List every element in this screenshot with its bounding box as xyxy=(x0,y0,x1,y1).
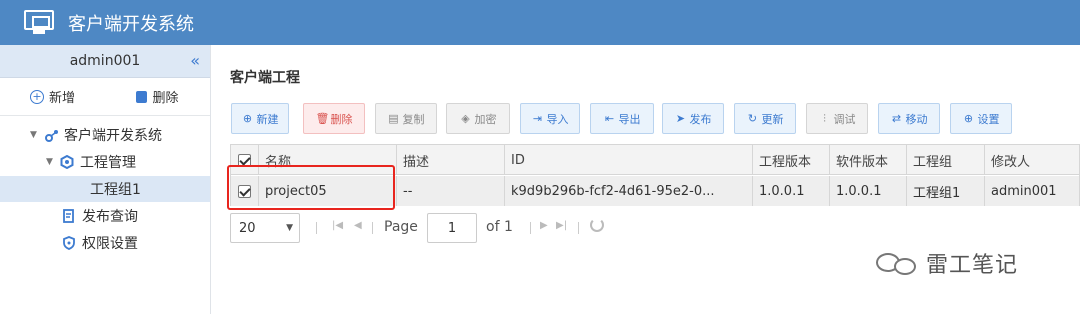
add-button-label: 新增 xyxy=(48,91,75,106)
pagination-bar: 20 ▼ |◀ ◀ Page 1 of 1 ▶ ▶| xyxy=(230,213,730,243)
column-header-project-group[interactable]: 工程组 xyxy=(907,145,985,175)
publish-button-label: 发布 xyxy=(689,112,712,126)
export-button[interactable]: ⇤ 导出 xyxy=(590,103,654,134)
settings-icon: ⊕ xyxy=(963,111,974,125)
expand-arrow-icon[interactable]: ▼ xyxy=(46,157,60,167)
divider xyxy=(372,222,373,234)
sidebar-user-bar: admin001 « xyxy=(0,45,210,78)
tree-node-label: 客户端开发系统 xyxy=(64,128,162,144)
cell-project-group: 工程组1 xyxy=(907,176,985,206)
column-header-project-version[interactable]: 工程版本 xyxy=(753,145,830,175)
publish-button[interactable]: ➤ 发布 xyxy=(662,103,724,134)
tree-node-label: 权限设置 xyxy=(82,236,138,252)
watermark: 雷工笔记 xyxy=(870,247,1018,279)
divider xyxy=(578,222,579,234)
new-button[interactable]: ⊕ 新建 xyxy=(231,103,289,134)
update-button[interactable]: ↻ 更新 xyxy=(734,103,796,134)
column-header-software-version[interactable]: 软件版本 xyxy=(830,145,907,175)
update-button-label: 更新 xyxy=(761,112,784,126)
settings-button-label: 设置 xyxy=(977,112,1000,126)
gear-hex-icon xyxy=(60,154,74,170)
username: admin001 xyxy=(69,53,141,69)
delete-button-label: 删除 xyxy=(152,91,179,106)
delete-project-button[interactable]: 🗑 删除 xyxy=(303,103,365,134)
cell-project-version: 1.0.0.1 xyxy=(753,176,830,206)
refresh-icon[interactable] xyxy=(590,218,604,232)
settings-button[interactable]: ⊕ 设置 xyxy=(950,103,1012,134)
move-button-label: 移动 xyxy=(905,112,928,126)
collapse-sidebar-icon[interactable]: « xyxy=(190,51,200,70)
page-title: 客户端工程 xyxy=(230,70,300,86)
page-count-label: of 1 xyxy=(486,219,513,235)
selection-highlight-box xyxy=(227,165,395,210)
monitor-icon xyxy=(24,9,54,36)
copy-button-label: 复制 xyxy=(402,112,425,126)
tree-node-system[interactable]: ▼ 客户端开发系统 xyxy=(30,122,162,148)
cell-description: -- xyxy=(397,176,505,206)
copy-icon: ▤ xyxy=(388,111,399,125)
sliders-icon: ⫶ xyxy=(823,111,826,125)
tree-node-publish-query[interactable]: 发布查询 xyxy=(62,203,138,229)
trash-icon xyxy=(136,90,148,103)
last-page-icon[interactable]: ▶| xyxy=(556,220,567,231)
move-button[interactable]: ⇄ 移动 xyxy=(878,103,940,134)
page-label: Page xyxy=(384,219,418,235)
cell-software-version: 1.0.0.1 xyxy=(830,176,907,206)
shield-icon: ◈ xyxy=(461,111,470,125)
page-size-value: 20 xyxy=(239,220,256,236)
cell-id: k9d9b296b-fcf2-4d61-95e2-0... xyxy=(505,176,753,206)
shield-icon xyxy=(62,236,76,250)
copy-button[interactable]: ▤ 复制 xyxy=(375,103,437,134)
wechat-icon xyxy=(870,247,926,279)
add-circle-icon: + xyxy=(29,89,44,104)
swap-arrows-icon: ⇄ xyxy=(891,111,902,125)
page-size-select[interactable]: 20 ▼ xyxy=(230,213,300,243)
encrypt-button[interactable]: ◈ 加密 xyxy=(446,103,510,134)
app-header: 客户端开发系统 xyxy=(0,0,1080,45)
next-page-icon[interactable]: ▶ xyxy=(540,220,548,231)
debug-button-label: 调试 xyxy=(833,112,856,126)
page-number-value: 1 xyxy=(447,220,457,236)
import-button[interactable]: ⇥ 导入 xyxy=(520,103,580,134)
tree-node-project-group-1[interactable]: 工程组1 xyxy=(0,176,210,202)
watermark-text: 雷工笔记 xyxy=(926,253,1019,278)
export-button-label: 导出 xyxy=(618,112,641,126)
refresh-icon: ↻ xyxy=(747,111,758,125)
chevron-down-icon: ▼ xyxy=(286,223,293,233)
tree-node-project-mgmt[interactable]: ▼ 工程管理 xyxy=(46,149,136,175)
delete-project-label: 删除 xyxy=(330,112,353,126)
column-header-id[interactable]: ID xyxy=(505,145,753,175)
prev-page-icon[interactable]: ◀ xyxy=(354,220,362,231)
new-button-label: 新建 xyxy=(256,112,279,126)
send-icon: ➤ xyxy=(675,111,686,125)
sidebar-actions: + 新增 删除 xyxy=(0,78,210,116)
cell-modifier: admin001 xyxy=(991,183,1057,199)
tree-node-label: 工程组1 xyxy=(90,182,141,198)
tree-node-label: 发布查询 xyxy=(82,209,138,225)
delete-button[interactable]: 删除 xyxy=(105,87,210,106)
import-button-label: 导入 xyxy=(546,112,569,126)
add-circle-icon: ⊕ xyxy=(242,111,253,125)
divider xyxy=(530,222,531,234)
import-icon: ⇥ xyxy=(532,111,543,125)
tree-node-permissions[interactable]: 权限设置 xyxy=(62,230,138,256)
expand-arrow-icon[interactable]: ▼ xyxy=(30,130,44,140)
page-number-input[interactable]: 1 xyxy=(427,213,477,243)
add-button[interactable]: + 新增 xyxy=(0,87,105,106)
trash-icon: 🗑 xyxy=(315,111,330,125)
tree-node-label: 工程管理 xyxy=(80,155,136,171)
divider xyxy=(316,222,317,234)
first-page-icon[interactable]: |◀ xyxy=(332,220,343,231)
system-nodes-icon xyxy=(44,128,58,142)
sidebar: admin001 « + 新增 删除 ▼ 客户端开发系统 ▼ 工程管理 工程组1… xyxy=(0,45,211,314)
encrypt-button-label: 加密 xyxy=(474,112,497,126)
column-header-modifier[interactable]: 修改人 xyxy=(985,145,1079,175)
debug-button[interactable]: ⫶ 调试 xyxy=(806,103,868,134)
app-title: 客户端开发系统 xyxy=(68,13,194,35)
export-icon: ⇤ xyxy=(604,111,615,125)
query-doc-icon xyxy=(62,209,76,223)
column-header-description[interactable]: 描述 xyxy=(397,145,505,175)
